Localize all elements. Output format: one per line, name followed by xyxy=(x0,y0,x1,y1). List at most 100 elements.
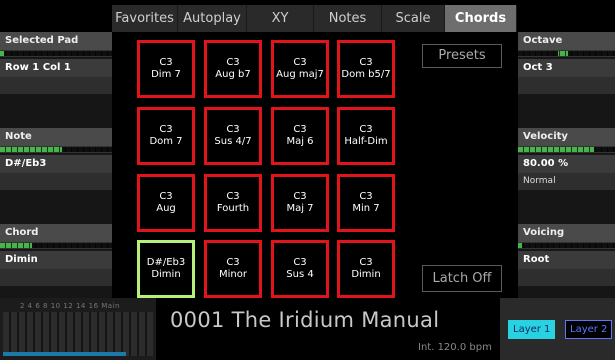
layer-2-button[interactable]: Layer 2 xyxy=(565,320,613,339)
octave-empty-row xyxy=(518,77,615,94)
mixer-columns xyxy=(3,312,153,356)
right-panel: Octave Oct 3 Velocity 80.00 % Normal Voi… xyxy=(518,32,615,298)
note-meter xyxy=(0,146,112,153)
pad-note: C3 xyxy=(159,57,173,68)
pad-r3c1[interactable]: C3 Aug xyxy=(137,174,195,232)
pad-chord: Dimin xyxy=(151,269,181,280)
pad-r2c4[interactable]: C3 Half-Dim xyxy=(337,107,395,165)
pad-chord: Aug xyxy=(156,203,176,214)
voicing-value[interactable]: Root xyxy=(518,251,615,269)
pad-chord: Maj 6 xyxy=(286,136,314,147)
velocity-value[interactable]: 80.00 % xyxy=(518,155,615,173)
pad-chord: Aug b7 xyxy=(215,69,251,80)
pad-r1c1[interactable]: C3 Dim 7 xyxy=(137,40,195,98)
pad-chord: Sus 4 xyxy=(286,269,314,280)
velocity-spacer xyxy=(518,190,615,207)
pad-note: C3 xyxy=(226,257,240,268)
left-panel: Selected Pad Row 1 Col 1 Note D#/Eb3 Cho… xyxy=(0,32,112,298)
pad-note: D#/Eb3 xyxy=(146,257,186,268)
pad-chord: Dom b5/7 xyxy=(341,69,391,80)
pad-r4c1-selected[interactable]: D#/Eb3 Dimin xyxy=(137,240,195,298)
pad-r4c2[interactable]: C3 Minor xyxy=(204,240,262,298)
octave-value[interactable]: Oct 3 xyxy=(518,59,615,77)
pad-chord: Min 7 xyxy=(352,203,380,214)
velocity-mode[interactable]: Normal xyxy=(518,173,615,190)
patch-title[interactable]: 0001 The Iridium Manual xyxy=(170,308,439,332)
pad-chord: Maj 7 xyxy=(286,203,314,214)
chord-label: Chord xyxy=(0,224,112,242)
tab-xy[interactable]: XY xyxy=(247,5,314,32)
tab-chords[interactable]: Chords xyxy=(445,5,517,32)
chord-empty-row xyxy=(0,269,112,286)
velocity-block[interactable]: Velocity 80.00 % Normal xyxy=(518,128,615,224)
pad-r3c2[interactable]: C3 Fourth xyxy=(204,174,262,232)
pad-chord: Dimin xyxy=(351,269,381,280)
pad-note: C3 xyxy=(226,191,240,202)
note-empty-row xyxy=(0,173,112,190)
pad-r4c3[interactable]: C3 Sus 4 xyxy=(271,240,329,298)
tab-scale[interactable]: Scale xyxy=(382,5,445,32)
velocity-meter xyxy=(518,146,615,153)
selected-pad-value[interactable]: Row 1 Col 1 xyxy=(0,59,112,77)
pad-chord: Aug maj7 xyxy=(276,69,324,80)
note-value[interactable]: D#/Eb3 xyxy=(0,155,112,173)
pad-r3c4[interactable]: C3 Min 7 xyxy=(337,174,395,232)
voicing-meter xyxy=(518,242,615,249)
pad-chord: Dim 7 xyxy=(151,69,181,80)
pad-chord: Half-Dim xyxy=(344,136,388,147)
mixer-channel-numbers: 2 4 6 8 10 12 14 16 Main xyxy=(20,302,120,310)
layer-1-button[interactable]: Layer 1 xyxy=(508,320,556,339)
pad-chord: Fourth xyxy=(216,203,250,214)
pad-r2c1[interactable]: C3 Dom 7 xyxy=(137,107,195,165)
pad-note: C3 xyxy=(293,257,307,268)
presets-button[interactable]: Presets xyxy=(422,44,502,68)
chord-block[interactable]: Chord Dimin xyxy=(0,224,112,298)
tab-favorites[interactable]: Favorites xyxy=(112,5,178,32)
voicing-block[interactable]: Voicing Root xyxy=(518,224,615,298)
pad-r1c3[interactable]: C3 Aug maj7 xyxy=(271,40,329,98)
voicing-label: Voicing xyxy=(518,224,615,242)
chord-meter xyxy=(0,242,112,249)
pad-r2c3[interactable]: C3 Maj 6 xyxy=(271,107,329,165)
pad-note: C3 xyxy=(359,191,373,202)
selected-pad-empty-row xyxy=(0,77,112,94)
pad-r2c2[interactable]: C3 Sus 4/7 xyxy=(204,107,262,165)
pad-note: C3 xyxy=(293,124,307,135)
pad-note: C3 xyxy=(293,57,307,68)
note-label: Note xyxy=(0,128,112,146)
tab-notes[interactable]: Notes xyxy=(314,5,382,32)
pad-r4c4[interactable]: C3 Dimin xyxy=(337,240,395,298)
pad-note: C3 xyxy=(159,191,173,202)
pad-note: C3 xyxy=(293,191,307,202)
pad-chord: Sus 4/7 xyxy=(214,136,252,147)
octave-spacer xyxy=(518,94,615,111)
pad-note: C3 xyxy=(226,57,240,68)
pad-note: C3 xyxy=(359,57,373,68)
octave-block[interactable]: Octave Oct 3 xyxy=(518,32,615,128)
mixer-overview[interactable]: 2 4 6 8 10 12 14 16 Main xyxy=(0,298,156,360)
selected-pad-label: Selected Pad xyxy=(0,32,112,50)
velocity-label: Velocity xyxy=(518,128,615,146)
note-block[interactable]: Note D#/Eb3 xyxy=(0,128,112,224)
chord-value[interactable]: Dimin xyxy=(0,251,112,269)
layer-selector: Layer 1 Layer 2 xyxy=(500,298,615,360)
selected-pad-block[interactable]: Selected Pad Row 1 Col 1 xyxy=(0,32,112,128)
pad-note: C3 xyxy=(226,124,240,135)
pad-r1c4[interactable]: C3 Dom b5/7 xyxy=(337,40,395,98)
pad-note: C3 xyxy=(359,124,373,135)
octave-label: Octave xyxy=(518,32,615,50)
tab-autoplay[interactable]: Autoplay xyxy=(178,5,247,32)
pad-note: C3 xyxy=(359,257,373,268)
pad-r3c3[interactable]: C3 Maj 7 xyxy=(271,174,329,232)
voicing-empty-row xyxy=(518,269,615,286)
pad-chord: Dom 7 xyxy=(149,136,183,147)
selected-pad-spacer xyxy=(0,94,112,111)
pad-note: C3 xyxy=(159,124,173,135)
latch-button[interactable]: Latch Off xyxy=(422,265,502,292)
bottom-bar: 2 4 6 8 10 12 14 16 Main 0001 The Iridiu… xyxy=(0,298,615,360)
tempo-readout[interactable]: Int. 120.0 bpm xyxy=(418,342,492,353)
pad-r1c2[interactable]: C3 Aug b7 xyxy=(204,40,262,98)
tab-bar: Favorites Autoplay XY Notes Scale Chords xyxy=(112,5,517,32)
pad-chord: Minor xyxy=(219,269,247,280)
selected-pad-meter xyxy=(0,50,112,57)
